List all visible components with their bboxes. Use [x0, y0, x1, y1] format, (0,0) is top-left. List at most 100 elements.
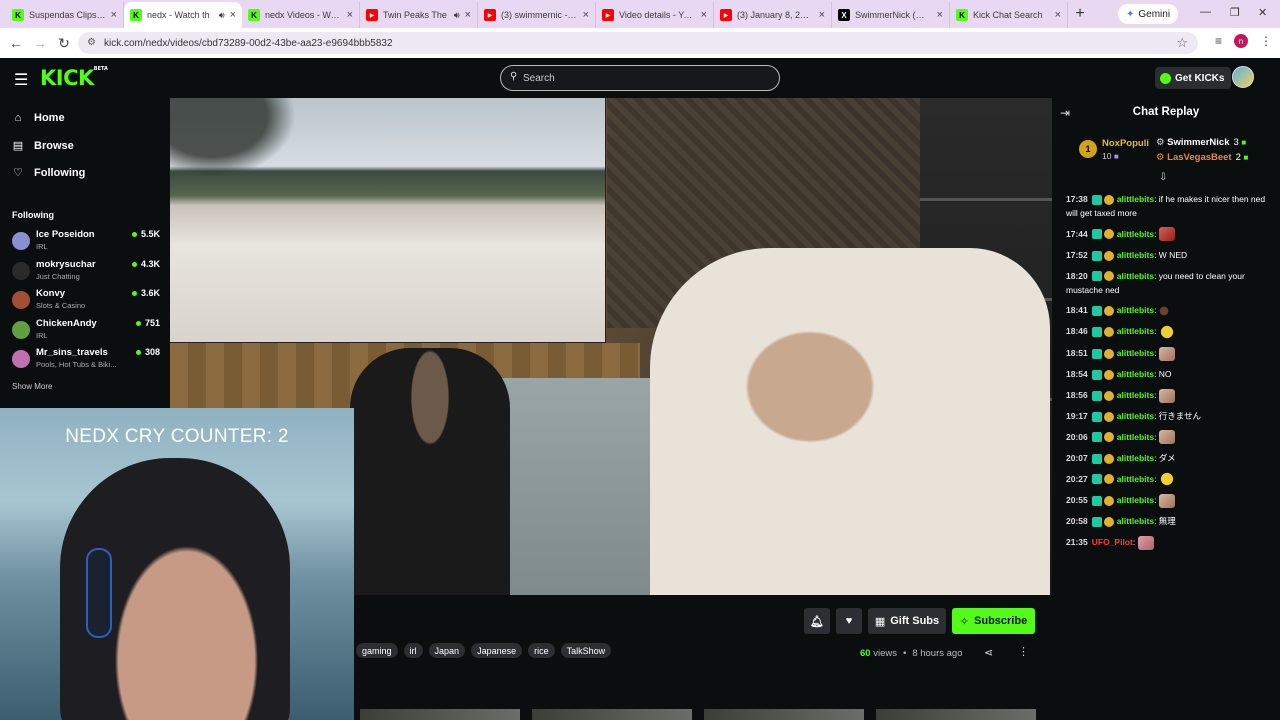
- url-field[interactable]: ⚙ kick.com/nedx/videos/cbd73289-00d2-43b…: [78, 32, 1198, 54]
- message-username[interactable]: alittlebits: [1117, 229, 1154, 239]
- tag-chip[interactable]: rice: [528, 643, 555, 658]
- close-tab-icon[interactable]: ×: [819, 9, 825, 21]
- close-tab-icon[interactable]: ×: [230, 9, 236, 21]
- message-time: 19:17: [1066, 411, 1088, 422]
- show-more-link[interactable]: Show More: [12, 382, 52, 391]
- notification-bell-button[interactable]: 🔔︎: [804, 608, 830, 634]
- message-username[interactable]: alittlebits: [1117, 326, 1154, 336]
- close-tab-icon[interactable]: ×: [937, 9, 943, 21]
- hamburger-menu-icon[interactable]: ☰: [14, 70, 28, 90]
- close-tab-icon[interactable]: ×: [701, 9, 707, 21]
- get-kicks-button[interactable]: Get KICKs: [1155, 67, 1232, 89]
- kick-logo[interactable]: KICKBETA: [40, 66, 108, 90]
- browser-tab[interactable]: Knedx Videos - Watc ×: [242, 2, 360, 28]
- speaker-icon[interactable]: 🔊︎: [454, 10, 460, 21]
- message-username[interactable]: alittlebits: [1117, 432, 1154, 442]
- gifter-badge-icon: [1103, 432, 1114, 443]
- browser-tab[interactable]: K Kick Chat Search ×: [950, 2, 1068, 28]
- gifter-entry[interactable]: ⚙ SwimmerNick 3 ■: [1156, 137, 1246, 148]
- browser-tab[interactable]: ▶ Twin Peaks The 🔊︎ ×: [360, 2, 478, 28]
- following-channel-item[interactable]: mokrysuchar Just Chatting 4.3K: [12, 259, 162, 285]
- back-icon[interactable]: ←: [4, 35, 28, 51]
- bookmark-star-icon[interactable]: ☆: [1176, 35, 1188, 51]
- gift-subs-button[interactable]: ▦ Gift Subs: [868, 608, 946, 634]
- gemini-icon: ✦: [1126, 8, 1135, 20]
- tag-chip[interactable]: Japanese: [471, 643, 523, 658]
- video-person-left: [350, 348, 510, 595]
- message-username[interactable]: alittlebits: [1117, 453, 1154, 463]
- browser-tab[interactable]: X SwimmerNick (@Ke ×: [832, 2, 950, 28]
- message-username[interactable]: alittlebits: [1117, 474, 1154, 484]
- message-username[interactable]: alittlebits: [1117, 390, 1154, 400]
- close-window-icon[interactable]: ✕: [1258, 6, 1267, 19]
- maximize-icon[interactable]: ❐: [1230, 6, 1240, 19]
- close-tab-icon[interactable]: ×: [1055, 9, 1061, 21]
- gemini-button[interactable]: ✦ Gemini: [1118, 4, 1179, 24]
- sidebar-item-following[interactable]: ♡ Following: [12, 166, 85, 180]
- subscriber-badge-icon: [1091, 348, 1102, 359]
- viewer-count: 308: [136, 347, 160, 357]
- message-username[interactable]: alittlebits: [1117, 305, 1154, 315]
- related-video-thumb[interactable]: [360, 709, 520, 720]
- message-username[interactable]: alittlebits: [1117, 194, 1154, 204]
- channel-category: Pools, Hot Tubs & Biki...: [36, 360, 117, 369]
- emote-icon: [1158, 303, 1169, 318]
- close-tab-icon[interactable]: ×: [347, 9, 353, 21]
- gifter-entry[interactable]: ⚙ LasVegasBeet 2 ■: [1156, 152, 1248, 163]
- tag-list: gaming irl Japan Japanese rice TalkShow: [356, 643, 612, 658]
- gifter-badge-icon: [1103, 305, 1114, 316]
- new-tab-icon[interactable]: +: [1068, 5, 1092, 23]
- message-username[interactable]: alittlebits: [1117, 516, 1154, 526]
- emote-icon: [1158, 388, 1175, 403]
- following-channel-item[interactable]: Mr_sins_travels Pools, Hot Tubs & Biki...…: [12, 347, 162, 373]
- media-control-icon[interactable]: ≡: [1215, 34, 1222, 48]
- reload-icon[interactable]: ↻: [52, 35, 76, 52]
- gifter-name[interactable]: NoxPopuli: [1102, 138, 1149, 149]
- site-info-icon[interactable]: ⚙: [87, 37, 96, 48]
- tag-chip[interactable]: gaming: [356, 643, 398, 658]
- browser-menu-icon[interactable]: ⋮: [1260, 34, 1272, 48]
- viewer-count: 3.6K: [132, 288, 160, 298]
- close-tab-icon[interactable]: ×: [583, 9, 589, 21]
- browser-tab[interactable]: ▶ Video details - YouT ×: [596, 2, 714, 28]
- related-video-thumb[interactable]: [876, 709, 1036, 720]
- message-username[interactable]: alittlebits: [1117, 348, 1154, 358]
- minimize-icon[interactable]: —: [1200, 6, 1211, 18]
- browser-tab[interactable]: Knedx - Watch th 🔊︎ ×: [124, 2, 242, 28]
- emote-icon: [1158, 346, 1175, 361]
- kick-icon: K: [12, 9, 24, 21]
- home-icon: ⌂: [14, 112, 22, 124]
- message-username[interactable]: alittlebits: [1117, 411, 1154, 421]
- pinned-toggle-icon[interactable]: ⇩: [1159, 172, 1167, 183]
- sidebar-item-browse[interactable]: ▤ Browse: [12, 139, 74, 153]
- related-video-thumb[interactable]: [704, 709, 864, 720]
- following-channel-item[interactable]: ChickenAndy IRL 751: [12, 318, 162, 344]
- message-username[interactable]: alittlebits: [1117, 250, 1154, 260]
- user-avatar[interactable]: [1232, 66, 1254, 88]
- follow-heart-button[interactable]: ♥: [836, 608, 862, 634]
- browser-tab[interactable]: ▶ (3) January 8, 2026 ×: [714, 2, 832, 28]
- speaker-icon[interactable]: 🔊︎: [219, 10, 225, 21]
- tag-chip[interactable]: Japan: [428, 643, 466, 658]
- message-username[interactable]: UFO_Pilot: [1092, 537, 1133, 547]
- more-options-icon[interactable]: ⋮: [1018, 645, 1029, 658]
- message-username[interactable]: alittlebits: [1117, 369, 1154, 379]
- following-channel-item[interactable]: Konvy Slots & Casino 3.6K: [12, 288, 162, 314]
- browser-tab[interactable]: K Suspendas Clips - W ×: [6, 2, 124, 28]
- close-tab-icon[interactable]: ×: [465, 9, 471, 21]
- following-channel-item[interactable]: Ice Poseidon IRL 5.5K: [12, 229, 162, 255]
- message-username[interactable]: alittlebits: [1117, 271, 1154, 281]
- sidebar-item-home[interactable]: ⌂ Home: [12, 112, 65, 124]
- tag-chip[interactable]: TalkShow: [560, 643, 612, 658]
- related-video-thumb[interactable]: [532, 709, 692, 720]
- forward-icon[interactable]: →: [28, 35, 52, 51]
- gifter-badge-icon: [1103, 271, 1114, 282]
- search-input[interactable]: ⚲ Search: [500, 65, 780, 91]
- subscribe-button[interactable]: ✧ Subscribe: [952, 608, 1035, 634]
- tag-chip[interactable]: irl: [403, 643, 423, 658]
- share-icon[interactable]: ⋖: [984, 646, 993, 659]
- browser-tab[interactable]: ▶ (3) swimmernic - Yo ×: [478, 2, 596, 28]
- message-username[interactable]: alittlebits: [1117, 495, 1154, 505]
- profile-avatar[interactable]: n: [1234, 34, 1248, 48]
- close-tab-icon[interactable]: ×: [111, 9, 117, 21]
